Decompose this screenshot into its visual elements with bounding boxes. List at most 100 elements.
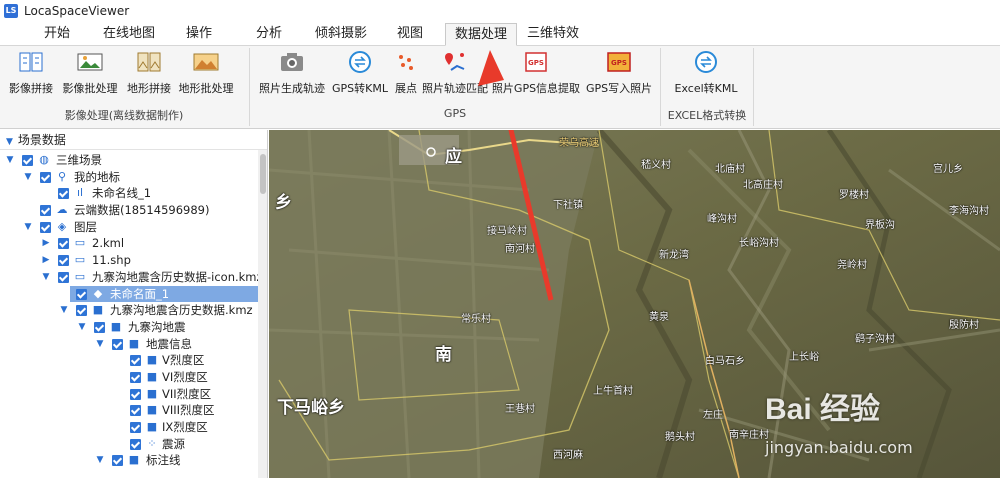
tree-item-jiuzhaigou-icon-kmz[interactable]: ▼ ▭ 九寨沟地震含历史数据-icon.kmz [0,269,263,286]
chart-icon: ıl [76,186,84,200]
layer-checkbox[interactable] [58,271,69,283]
collapse-triangle-icon[interactable]: ▼ [6,132,13,152]
layer-checkbox[interactable] [130,371,141,383]
layer-checkbox[interactable] [58,255,69,267]
tree-item-layers[interactable]: ▼ ◈ 图层 [0,219,258,236]
tree-item-intensity-viii[interactable]: ■ VIII烈度区 [0,402,258,419]
layer-checkbox[interactable] [76,288,87,300]
tree-item-label: 三维场景 [56,153,102,167]
layer-checkbox[interactable] [40,171,51,183]
tree-item-annotation-lines[interactable]: ▼ ■ 标注线 [0,452,258,469]
layer-checkbox[interactable] [40,205,51,217]
tree-item-intensity-vi[interactable]: ■ VI烈度区 [0,369,258,386]
image-mosaic-button[interactable]: 影像拼接 [6,50,56,100]
tree-item-intensity-vii[interactable]: ■ VII烈度区 [0,386,258,403]
expand-arrow-icon[interactable]: ▼ [40,269,52,285]
terrain-batch-icon [193,53,219,71]
excel-to-kml-label: Excel转KML [674,82,738,95]
layer-checkbox[interactable] [130,388,141,400]
map-label: 王巷村 [505,404,535,415]
terrain-batch-button[interactable]: 地形批处理 [178,50,234,100]
map-label: 左庄 [703,410,723,421]
tree-item-intensity-v[interactable]: ■ V烈度区 [0,352,258,369]
layer-checkbox[interactable] [130,355,141,367]
photo-track-label: 照片生成轨迹 [259,82,325,95]
map-label: 峰沟村 [707,214,737,225]
expand-arrow-icon[interactable]: ▼ [22,169,34,185]
layer-checkbox[interactable] [130,405,141,417]
layer-checkbox[interactable] [130,438,141,450]
tab-oblique-photography[interactable]: 倾斜摄影 [306,23,376,46]
expand-arrow-icon[interactable]: ▼ [94,452,106,468]
layer-checkbox[interactable] [58,188,69,200]
tree-item-my-landmarks[interactable]: ▼ ⚲ 我的地标 [0,169,258,186]
tab-data-processing[interactable]: 数据处理 [445,23,517,46]
map-view[interactable]: 应 下马峪乡 南 乡 荣乌高速 下社镇 接马岭村 南河村 常乐村 黄泉 白马石乡… [269,130,1000,478]
layer-checkbox[interactable] [58,238,69,250]
expand-arrow-icon[interactable]: ▼ [58,302,70,318]
tab-operation[interactable]: 操作 [176,23,222,46]
tree-item-11shp[interactable]: ▶ ▭ 11.shp [0,252,258,269]
layer-checkbox[interactable] [112,455,123,467]
gps-write-icon: GPS [607,52,631,72]
image-batch-button[interactable]: 影像批处理 [60,50,120,100]
tree-item-3d-scene[interactable]: ▼ ◍ 三维场景 [0,152,258,169]
expand-arrow-icon[interactable]: ▶ [40,252,52,268]
tab-analysis[interactable]: 分析 [248,23,290,46]
tree-item-label: 地震信息 [146,336,192,351]
layer-checkbox[interactable] [40,221,51,233]
tree-item-unnamed-line[interactable]: ıl 未命名线_1 [0,185,258,202]
map-label: 嵇义村 [641,160,671,171]
tree-item-2kml[interactable]: ▶ ▭ 2.kml [0,235,258,252]
square-icon: ■ [146,369,158,383]
baidu-watermark-url: jingyan.baidu.com [765,438,913,457]
app-logo-icon: LS [4,3,18,18]
folder-icon: ■ [92,303,104,317]
tree-item-intensity-ix[interactable]: ■ IX烈度区 [0,419,258,436]
map-label: 南 [435,345,452,365]
map-label: 北高庄村 [743,180,783,191]
expand-arrow-icon[interactable]: ▼ [76,319,88,335]
group-label-excel: EXCEL格式转换 [667,109,747,122]
tree-item-unnamed-polygon[interactable]: ◆ 未命名面_1 [0,285,258,303]
tree-scrollbar[interactable] [258,150,267,478]
tab-3d-effects[interactable]: 三维特效 [522,23,584,46]
tab-view[interactable]: 视图 [390,23,430,46]
layer-checkbox[interactable] [22,155,33,166]
terrain-mosaic-button[interactable]: 地形拼接 [124,50,174,100]
tab-online-map[interactable]: 在线地图 [96,23,162,46]
photo-track-button[interactable]: 照片生成轨迹 [256,50,328,100]
map-label: 上牛首村 [593,386,633,397]
map-label: 鹅头村 [665,432,695,443]
expand-arrow-icon[interactable]: ▼ [94,336,106,352]
layer-checkbox[interactable] [112,338,123,350]
expand-arrow-icon[interactable]: ▼ [4,152,16,168]
scrollbar-thumb[interactable] [260,154,266,194]
cloud-icon: ☁ [56,203,68,217]
tree-item-quake-info[interactable]: ▼ ■ 地震信息 [0,336,258,353]
tab-start[interactable]: 开始 [32,23,82,46]
expand-arrow-icon[interactable]: ▶ [40,235,52,251]
map-label: 白马石乡 [705,356,745,367]
layer-checkbox[interactable] [76,305,87,317]
plot-points-button[interactable]: 展点 [391,50,421,100]
tree-item-cloud-data[interactable]: ☁ 云端数据(18514596989) [0,202,258,219]
tree-item-label: 我的地标 [74,169,120,184]
menu-tabs: 开始 在线地图 操作 分析 倾斜摄影 视图 数据处理 三维特效 [0,21,1000,46]
panel-header[interactable]: ▼ 场景数据 [0,130,267,150]
expand-arrow-icon[interactable]: ▼ [22,219,34,235]
plot-points-label: 展点 [395,82,417,95]
terrain-mosaic-label: 地形拼接 [127,82,171,95]
map-label: 长峪沟村 [739,238,779,249]
tree-item-epicenter[interactable]: ⁘ 震源 [0,436,258,453]
gps-write-photo-button[interactable]: GPS GPS写入照片 [586,50,652,100]
tree-item-jiuzhaigou-kmz[interactable]: ▼ ■ 九寨沟地震含历史数据.kmz [0,302,258,319]
gps-to-kml-button[interactable]: GPS转KML [330,50,390,100]
layer-checkbox[interactable] [130,422,141,433]
square-icon: ■ [146,386,158,400]
tree-item-label: 震源 [162,436,185,451]
layer-checkbox[interactable] [94,321,105,333]
tree-item-jiuzhaigou-earthquake[interactable]: ▼ ■ 九寨沟地震 [0,319,258,336]
excel-to-kml-button[interactable]: Excel转KML [672,50,740,100]
map-label: 北庙村 [715,164,745,175]
